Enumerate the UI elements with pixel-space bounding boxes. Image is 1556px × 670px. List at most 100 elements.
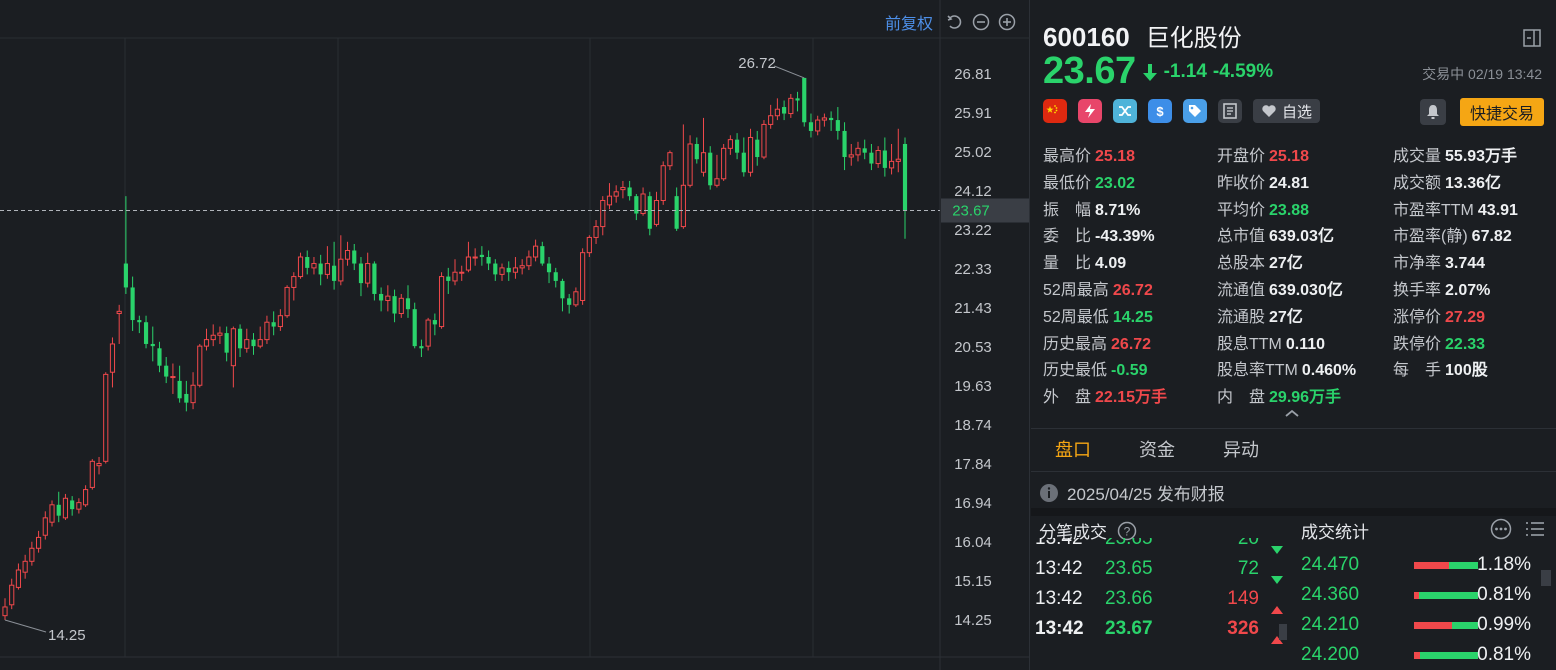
candle[interactable] [747,128,754,177]
candle[interactable] [593,220,599,244]
candle[interactable] [526,250,532,271]
candle[interactable] [660,161,666,205]
candle[interactable] [217,326,223,344]
add-watchlist-button[interactable]: 自选 [1253,99,1321,123]
candle[interactable] [620,180,626,199]
candle[interactable] [560,278,565,312]
candle[interactable] [251,333,256,355]
candle[interactable] [802,77,807,127]
candle[interactable] [829,111,834,131]
candle[interactable] [405,285,411,318]
candle[interactable] [795,91,800,112]
candle[interactable] [506,261,511,281]
candle[interactable] [735,133,740,160]
candle[interactable] [842,122,847,171]
candle[interactable] [512,257,519,279]
candle[interactable] [586,235,592,258]
candle[interactable] [311,257,317,275]
candle[interactable] [687,135,693,188]
tick-trades-list[interactable]: 13:42 23.65 20 13:42 23.65 72 13:42 23.66 149 13:… [1031,538,1293,670]
candle[interactable] [882,137,887,177]
candle[interactable] [372,261,377,301]
tab-order-book[interactable]: 盘口 [1031,429,1115,471]
candle[interactable] [116,304,122,344]
kline-chart-panel[interactable]: 26.81 25.91 25.02 24.12 23.22 22.33 21.43 20.53… [0,0,1030,670]
volume-stats-list[interactable]: 24.470 1.18% 24.360 0.81% 24.210 0.99% 24.200 0… [1293,550,1556,670]
shuffle-icon[interactable] [1113,99,1137,123]
candle[interactable] [230,326,236,388]
candle[interactable] [36,530,42,553]
candle[interactable] [714,154,720,188]
candle[interactable] [647,191,652,236]
candle[interactable] [761,120,767,160]
candle[interactable] [815,115,821,136]
tick-list-scrollbar[interactable] [1279,624,1287,640]
candle[interactable] [264,315,270,344]
candle[interactable] [567,293,572,314]
candle[interactable] [190,372,196,410]
candle[interactable] [164,356,169,384]
candle[interactable] [721,143,727,181]
candle[interactable] [452,259,458,286]
candle[interactable] [835,107,840,140]
candle[interactable] [150,326,155,362]
candle[interactable] [277,309,283,331]
adjust-mode-button[interactable]: 前复权 [885,10,933,34]
candle[interactable] [499,263,505,281]
candle[interactable] [580,248,586,305]
candle[interactable] [788,93,794,118]
candle[interactable] [184,380,189,412]
candle[interactable] [653,191,660,227]
candle[interactable] [479,246,484,266]
candle[interactable] [392,289,397,323]
candle[interactable] [755,130,760,166]
candle[interactable] [257,326,263,349]
candle[interactable] [284,285,290,318]
candle[interactable] [22,554,28,579]
candle[interactable] [332,241,337,290]
candle[interactable] [379,287,384,312]
candle[interactable] [606,183,613,210]
candle[interactable] [412,302,417,349]
candle[interactable] [573,287,579,308]
candle[interactable] [398,293,404,318]
candle[interactable] [76,498,82,514]
candle[interactable] [553,267,558,288]
candle[interactable] [862,139,867,160]
candle[interactable] [291,272,297,301]
candle[interactable] [49,500,55,527]
candle[interactable] [446,267,451,294]
candle[interactable] [540,241,545,266]
candle[interactable] [344,241,351,266]
candle[interactable] [385,285,391,312]
candle[interactable] [96,456,102,475]
candle[interactable] [271,311,276,336]
candle[interactable] [848,143,854,166]
candle[interactable] [103,372,109,464]
candle[interactable] [902,137,908,239]
candle[interactable] [533,239,539,262]
panel-layout-icon[interactable] [1522,28,1542,48]
zoom-out-icon[interactable] [971,12,991,32]
tab-alerts[interactable]: 异动 [1199,429,1283,471]
candle[interactable] [15,563,22,590]
candle[interactable] [546,257,552,284]
candle[interactable] [700,117,707,177]
earnings-notice[interactable]: 2025/04/25 发布财报 [1039,480,1225,505]
candle[interactable] [137,315,142,334]
candle[interactable] [493,259,498,281]
candle[interactable] [869,143,874,171]
candle[interactable] [465,241,472,273]
candle[interactable] [338,235,344,286]
price-alert-bell-icon[interactable] [1420,99,1446,125]
candle[interactable] [197,343,203,388]
candle[interactable] [425,317,431,351]
candle[interactable] [324,246,330,279]
candle[interactable] [29,541,35,566]
candle[interactable] [627,180,632,201]
candle[interactable] [667,150,673,171]
candle[interactable] [600,196,606,236]
candle[interactable] [237,324,243,357]
candle[interactable] [56,491,61,523]
tab-capital-flow[interactable]: 资金 [1115,429,1199,471]
